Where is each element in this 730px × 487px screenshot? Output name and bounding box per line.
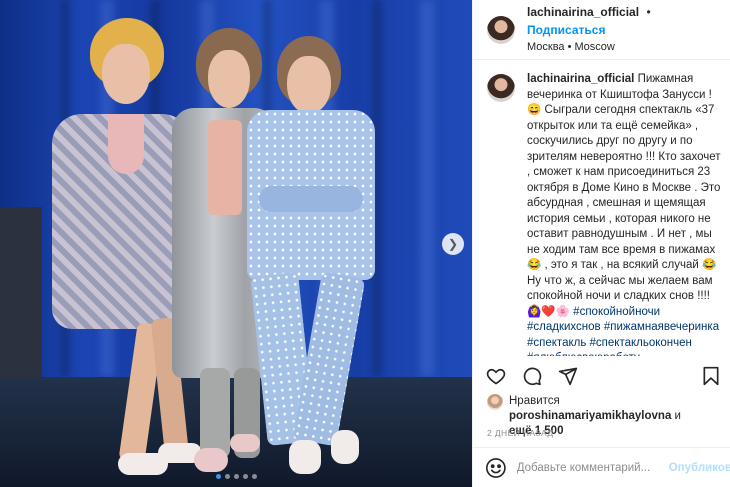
chevron-right-icon: ❯	[447, 237, 459, 251]
publish-button[interactable]: Опубликовать	[669, 462, 730, 474]
comment-bar: Опубликовать	[473, 447, 730, 487]
avatar[interactable]	[487, 394, 503, 410]
post-photo[interactable]: ❯	[0, 0, 472, 487]
bookmark-icon	[703, 366, 719, 386]
location-link[interactable]: Москва • Moscow	[527, 39, 718, 56]
curtain-fold	[420, 0, 434, 377]
person-right	[245, 36, 380, 481]
separator-dot: •	[646, 5, 651, 19]
heart-icon	[486, 368, 506, 385]
liker-username[interactable]: poroshinamariyamikhaylovna	[509, 410, 671, 422]
share-icon	[558, 367, 578, 386]
author-username[interactable]: lachinairina_official	[527, 5, 639, 19]
comment-button[interactable]	[521, 365, 543, 387]
comment-input[interactable]	[516, 461, 663, 474]
post-timestamp[interactable]: 2 ДНЕЙ НАЗАД	[487, 428, 553, 438]
carousel-dots	[216, 474, 257, 479]
save-button[interactable]	[700, 365, 722, 387]
caption-username[interactable]: lachinairina_official	[527, 73, 634, 85]
post-header: lachinairina_official • Подписаться Моск…	[473, 0, 730, 60]
action-bar	[485, 362, 722, 390]
carousel-dot	[234, 474, 239, 479]
carousel-dot	[216, 474, 221, 479]
likes-conj: и	[674, 410, 681, 422]
share-button[interactable]	[557, 365, 579, 387]
next-slide-button[interactable]: ❯	[442, 233, 464, 255]
avatar[interactable]	[487, 15, 515, 44]
post-sidebar: lachinairina_official • Подписаться Моск…	[472, 0, 730, 487]
carousel-dot	[243, 474, 248, 479]
comment-icon	[523, 367, 542, 386]
carousel-dot	[252, 474, 257, 479]
follow-button[interactable]: Подписаться	[527, 23, 605, 37]
carousel-dot	[225, 474, 230, 479]
caption-text: Пижамная вечеринка от Кшиштофа Занусси !…	[527, 73, 721, 318]
like-button[interactable]	[485, 365, 507, 387]
likes-prefix: Нравится	[509, 395, 560, 407]
emoji-icon[interactable]	[485, 457, 507, 479]
caption: lachinairina_official Пижамная вечеринка…	[487, 72, 724, 356]
avatar[interactable]	[487, 74, 515, 102]
